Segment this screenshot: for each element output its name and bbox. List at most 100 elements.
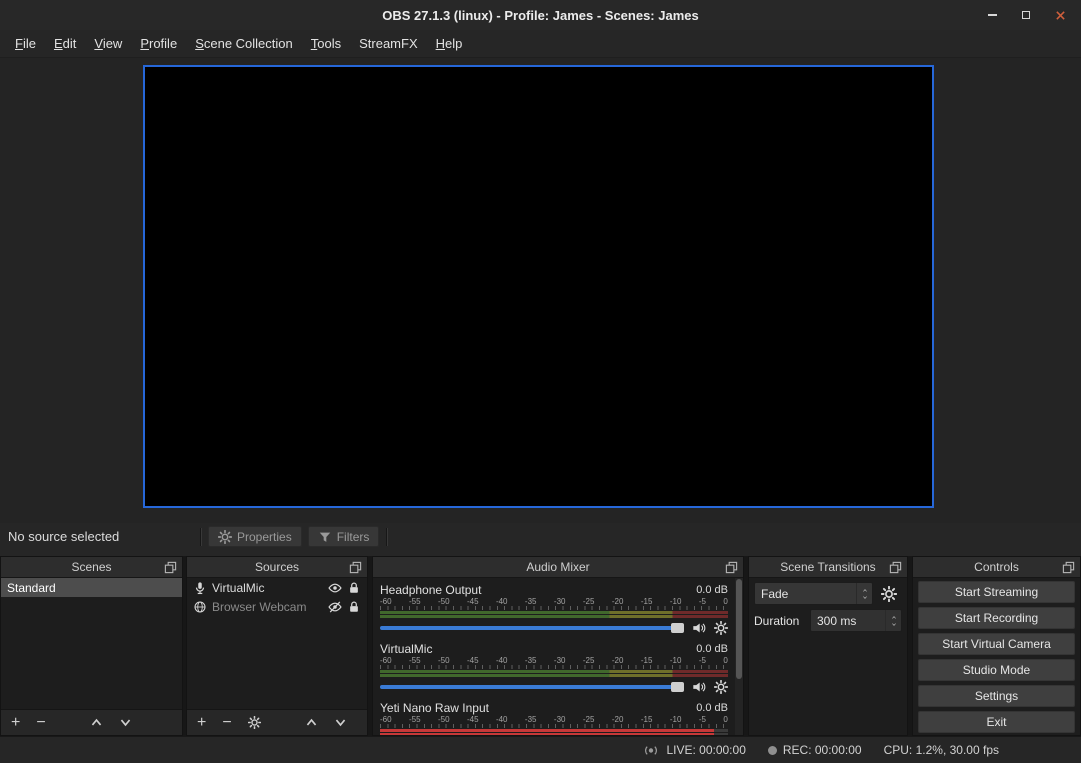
audio-mixer-title: Audio Mixer (526, 560, 589, 574)
add-source-button[interactable]: + (197, 715, 206, 731)
spinner-down-icon (861, 595, 869, 600)
gear-icon (218, 530, 232, 544)
preview-area (0, 58, 1081, 523)
dock-area: Scenes Standard + − Sources VirtualMic (0, 556, 1081, 736)
combo-arrows[interactable] (856, 583, 872, 604)
menu-streamfx[interactable]: StreamFX (350, 30, 427, 57)
mixer-level: 0.0 dB (696, 702, 728, 714)
gear-icon[interactable] (714, 621, 728, 635)
filters-label: Filters (337, 530, 370, 544)
db-scale: -60-55-50-45-40-35-30-25-20-15-10-50 (380, 657, 728, 665)
start-streaming-button[interactable]: Start Streaming (918, 581, 1075, 603)
exit-button[interactable]: Exit (918, 711, 1075, 733)
volume-slider[interactable] (380, 678, 684, 696)
spin-arrows[interactable] (885, 610, 901, 631)
db-tick-marks (380, 724, 728, 728)
mixer-header: Yeti Nano Raw Input 0.0 dB (380, 700, 728, 716)
add-scene-button[interactable]: + (11, 715, 20, 731)
menu-edit[interactable]: Edit (45, 30, 85, 57)
properties-label: Properties (237, 530, 292, 544)
source-name: Browser Webcam (212, 600, 323, 614)
source-item[interactable]: Browser Webcam (187, 597, 367, 616)
no-source-label: No source selected (8, 529, 196, 544)
menu-scene-collection[interactable]: Scene Collection (186, 30, 302, 57)
popout-icon[interactable] (725, 561, 738, 574)
rec-time: REC: 00:00:00 (783, 743, 862, 757)
microphone-icon (193, 581, 207, 595)
db-scale: -60-55-50-45-40-35-30-25-20-15-10-50 (380, 716, 728, 724)
source-name: VirtualMic (212, 581, 323, 595)
menu-file[interactable]: File (6, 30, 45, 57)
start-virtual-camera-button[interactable]: Start Virtual Camera (918, 633, 1075, 655)
sources-dock-header: Sources (187, 557, 367, 578)
slider-handle[interactable] (671, 682, 684, 692)
audio-mixer-header: Audio Mixer (373, 557, 743, 578)
popout-icon[interactable] (349, 561, 362, 574)
transition-value: Fade (755, 587, 856, 601)
popout-icon[interactable] (1062, 561, 1075, 574)
mixer-controls (380, 619, 728, 637)
transitions-header: Scene Transitions (749, 557, 907, 578)
controls-title: Controls (974, 560, 1019, 574)
sources-dock-title: Sources (255, 560, 299, 574)
visibility-eye-off-icon[interactable] (328, 600, 342, 614)
source-properties-gear-button[interactable] (248, 716, 261, 729)
menu-view[interactable]: View (85, 30, 131, 57)
lock-icon[interactable] (347, 600, 361, 614)
menu-help[interactable]: Help (427, 30, 472, 57)
record-dot-icon (768, 746, 777, 755)
lock-icon[interactable] (347, 581, 361, 595)
transition-select[interactable]: Fade (754, 582, 873, 605)
scenes-toolbar: + − (1, 709, 182, 735)
duration-input[interactable]: 300 ms (810, 609, 902, 632)
live-time: LIVE: 00:00:00 (666, 743, 745, 757)
maximize-button[interactable] (1009, 0, 1043, 30)
move-scene-up-button[interactable] (90, 716, 103, 729)
menu-tools[interactable]: Tools (302, 30, 350, 57)
transition-properties-button[interactable] (876, 582, 902, 605)
transitions-body: Fade Duration 300 ms (749, 578, 907, 735)
move-source-down-button[interactable] (334, 716, 347, 729)
toolbar-separator (386, 528, 387, 546)
speaker-icon[interactable] (692, 680, 706, 694)
remove-scene-button[interactable]: − (36, 715, 45, 731)
remove-source-button[interactable]: − (222, 715, 231, 731)
volume-slider[interactable] (380, 619, 684, 637)
visibility-eye-icon[interactable] (328, 581, 342, 595)
studio-mode-button[interactable]: Studio Mode (918, 659, 1075, 681)
scrollbar-thumb[interactable] (736, 579, 742, 679)
volume-meter (380, 611, 728, 618)
gear-icon (881, 586, 897, 602)
controls-header: Controls (913, 557, 1080, 578)
popout-icon[interactable] (889, 561, 902, 574)
controls-dock: Controls Start Streaming Start Recording… (912, 556, 1081, 736)
scenes-list: Standard (1, 578, 182, 709)
globe-icon (193, 600, 207, 614)
scenes-dock-title: Scenes (71, 560, 111, 574)
popout-icon[interactable] (164, 561, 177, 574)
sources-dock: Sources VirtualMic Browser Webcam + − (186, 556, 368, 736)
gear-icon[interactable] (714, 680, 728, 694)
slider-handle[interactable] (671, 623, 684, 633)
filters-button[interactable]: Filters (308, 526, 380, 547)
mixer-scrollbar[interactable] (735, 578, 743, 735)
move-source-up-button[interactable] (305, 716, 318, 729)
start-recording-button[interactable]: Start Recording (918, 607, 1075, 629)
transitions-title: Scene Transitions (780, 560, 875, 574)
close-button[interactable] (1043, 0, 1077, 30)
preview-canvas[interactable] (143, 65, 934, 508)
menu-profile[interactable]: Profile (131, 30, 186, 57)
volume-meter (380, 729, 728, 735)
move-scene-down-button[interactable] (119, 716, 132, 729)
scenes-dock-header: Scenes (1, 557, 182, 578)
scene-item[interactable]: Standard (1, 578, 182, 597)
minimize-button[interactable] (975, 0, 1009, 30)
speaker-icon[interactable] (692, 621, 706, 635)
source-item[interactable]: VirtualMic (187, 578, 367, 597)
settings-button[interactable]: Settings (918, 685, 1075, 707)
spinner-down-icon (890, 622, 898, 627)
spinner-up-icon (890, 615, 898, 620)
window-controls (975, 0, 1077, 30)
sources-list: VirtualMic Browser Webcam (187, 578, 367, 709)
properties-button[interactable]: Properties (208, 526, 302, 547)
